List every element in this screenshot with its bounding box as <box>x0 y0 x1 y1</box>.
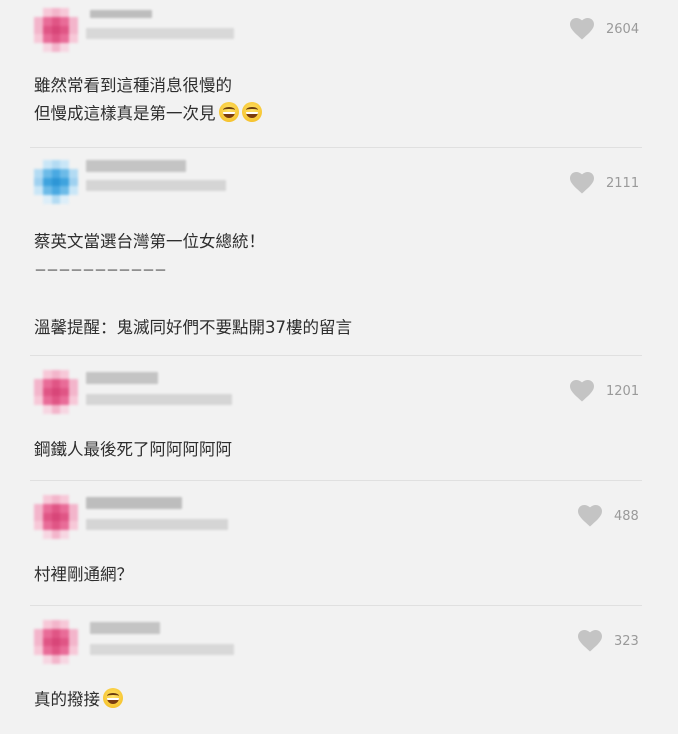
like-count: 488 <box>614 508 639 524</box>
like-button[interactable]: 488 <box>578 505 639 527</box>
like-button[interactable]: 2604 <box>570 18 639 40</box>
username-blurred[interactable] <box>86 8 234 46</box>
comment-line: 蔡英文當選台灣第一位女總統！ <box>34 232 265 251</box>
comment-item: 323 真的撥接 <box>0 606 678 734</box>
heart-icon[interactable] <box>570 172 594 194</box>
comment-item: 1201 鋼鐵人最後死了阿阿阿阿阿 <box>0 356 678 481</box>
like-button[interactable]: 1201 <box>570 380 639 402</box>
avatar[interactable] <box>34 620 78 664</box>
like-count: 1201 <box>606 383 640 399</box>
username-blurred[interactable] <box>86 495 234 533</box>
heart-icon[interactable] <box>578 630 602 652</box>
avatar[interactable] <box>34 370 78 414</box>
comment-text: 村裡剛通網？ <box>34 561 133 589</box>
comment-item: 2604 雖然常看到這種消息很慢的 但慢成這樣真是第一次見 <box>0 0 678 148</box>
like-count: 2604 <box>606 21 640 37</box>
comment-line: 村裡剛通網？ <box>34 565 133 584</box>
avatar[interactable] <box>34 160 78 204</box>
heart-icon[interactable] <box>570 18 594 40</box>
grinning-sweat-emoji <box>241 102 262 122</box>
heart-icon[interactable] <box>570 380 594 402</box>
comment-line: －－－－－－－－－－－ <box>34 264 167 279</box>
grinning-sweat-emoji <box>218 102 239 122</box>
username-blurred[interactable] <box>86 158 234 196</box>
username-blurred[interactable] <box>86 370 234 408</box>
comment-text: 雖然常看到這種消息很慢的 但慢成這樣真是第一次見 <box>34 72 262 128</box>
comment-text: 蔡英文當選台灣第一位女總統！ －－－－－－－－－－－ 溫馨提醒：鬼滅同好們不要點… <box>34 228 352 342</box>
comment-text: 鋼鐵人最後死了阿阿阿阿阿 <box>34 436 232 464</box>
comment-line: 雖然常看到這種消息很慢的 <box>34 76 232 95</box>
grinning-sweat-emoji <box>103 688 123 708</box>
like-button[interactable]: 323 <box>578 630 639 652</box>
avatar[interactable] <box>34 495 78 539</box>
comment-line: 真的撥接 <box>34 690 100 709</box>
comment-text: 真的撥接 <box>34 686 123 714</box>
comment-line: 鋼鐵人最後死了阿阿阿阿阿 <box>34 440 232 459</box>
like-count: 2111 <box>606 175 640 191</box>
avatar[interactable] <box>34 8 78 52</box>
comment-line: 溫馨提醒：鬼滅同好們不要點開37樓的留言 <box>34 318 352 337</box>
like-button[interactable]: 2111 <box>570 172 639 194</box>
comment-item: 488 村裡剛通網？ <box>0 481 678 606</box>
comment-item: 2111 蔡英文當選台灣第一位女總統！ －－－－－－－－－－－ 溫馨提醒：鬼滅同… <box>0 148 678 356</box>
heart-icon[interactable] <box>578 505 602 527</box>
comment-line: 但慢成這樣真是第一次見 <box>34 104 216 123</box>
username-blurred[interactable] <box>86 620 234 658</box>
like-count: 323 <box>614 633 639 649</box>
